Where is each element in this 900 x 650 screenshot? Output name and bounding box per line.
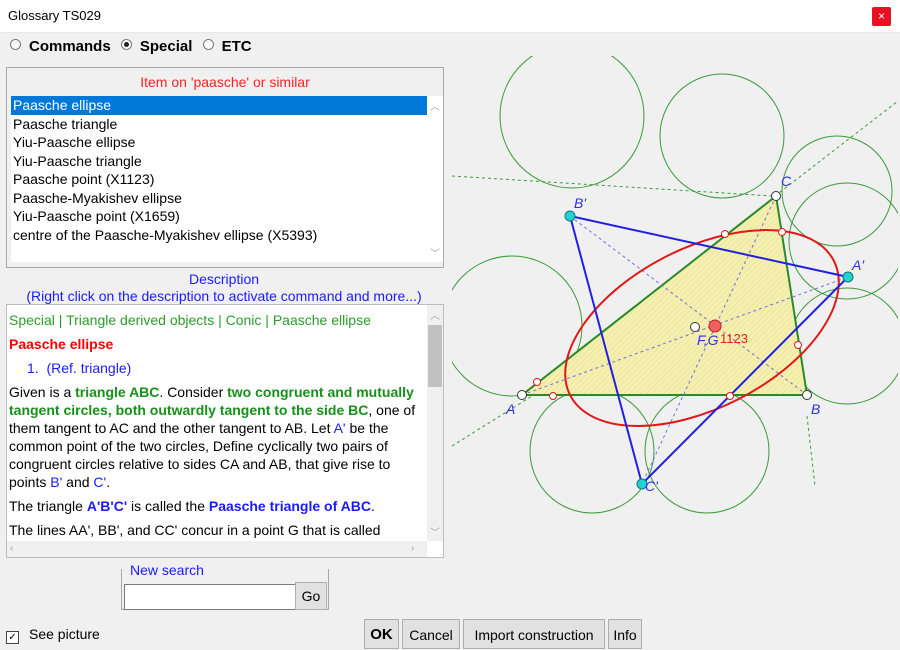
label-b-prime: B' [574,195,587,211]
list-item[interactable]: Yiu-Paasche triangle [11,152,427,171]
term-paasche-triangle: A'B'C' [86,498,128,514]
radio-special[interactable]: Special [120,38,193,55]
circle-shape [659,73,785,199]
import-construction-button[interactable]: Import construction [463,619,605,649]
close-button[interactable]: × [872,7,891,26]
centroid-marker[interactable] [690,322,700,332]
search-input[interactable] [124,584,298,610]
label-c: C [781,173,792,189]
radio-selected-icon [120,39,132,50]
list-item[interactable]: Paasche-Myakishev ellipse [11,189,427,208]
list-item[interactable]: Paasche triangle [11,115,427,134]
text-span: Given is a [9,384,76,400]
category-line[interactable]: Special | Triangle derived objects | Con… [9,311,423,329]
cancel-button[interactable]: Cancel [402,619,460,649]
circle-shape [644,388,770,514]
description-header: Description (Right click on the descript… [6,271,442,305]
description-paragraph: Given is a triangle ABC. Consider two co… [9,383,423,491]
label-fg: F,G [697,332,719,348]
scroll-left-icon[interactable]: ‹ [10,543,13,554]
label-c-prime: C' [645,478,659,494]
term-a-prime: A' [333,420,346,436]
list-item[interactable]: Yiu-Paasche ellipse [11,133,427,152]
circle-shape [529,388,655,514]
reference-number: 1. [27,360,39,376]
term-triangle: triangle ABC [75,384,160,400]
list-item[interactable]: Paasche ellipse [11,96,427,115]
description-heading: Description [188,271,260,287]
text-span: . [370,498,375,514]
mode-radio-group: Commands Special ETC [10,38,258,55]
term-b-prime: B' [50,474,63,490]
list-item[interactable]: Paasche point (X1123) [11,170,427,189]
see-picture-label: See picture [29,626,100,642]
description-scrollbar[interactable]: ︿ ﹀ [427,305,443,541]
reference-link[interactable]: (Ref. triangle) [46,360,131,376]
label-a: A [505,401,515,417]
radio-special-label: Special [139,38,193,55]
see-picture-toggle[interactable]: ✓ See picture [6,626,100,644]
scroll-down-icon[interactable]: ﹀ [430,245,440,260]
description-paragraph: The triangle A'B'C' is called the Paasch… [9,497,423,515]
text-span: . Consider [159,384,228,400]
description-hscrollbar[interactable]: ‹ › [7,541,427,557]
list-item[interactable]: centre of the Paasche-Myakishev ellipse … [11,226,427,245]
radio-commands[interactable]: Commands [10,38,111,55]
scroll-down-icon[interactable]: ﹀ [430,524,440,539]
vertex-b-prime-marker[interactable] [564,210,576,222]
label-x1123: 1123 [720,331,748,346]
radio-commands-label: Commands [29,38,111,55]
scroll-up-icon[interactable]: ︿ [430,98,440,113]
text-span: . [106,474,111,490]
dashed-line [806,415,816,487]
dashed-line [774,100,898,197]
point-marker [721,230,729,238]
point-marker [533,378,541,386]
label-b: B [811,401,820,417]
point-marker [726,392,734,400]
ok-button[interactable]: OK [364,619,399,649]
description-paragraph: The lines AA', BB', and CC' concur in a … [9,522,381,538]
info-button[interactable]: Info [608,619,642,649]
checkbox-checked-icon[interactable]: ✓ [6,631,19,644]
go-button[interactable]: Go [295,582,327,610]
item-list[interactable]: Paasche ellipse Paasche triangle Yiu-Paa… [11,96,427,262]
title-bar: Glossary TS029 × [0,0,900,33]
vertex-a-marker[interactable] [517,390,527,400]
radio-icon [10,39,21,50]
window-title: Glossary TS029 [8,8,101,23]
item-list-scrollbar[interactable]: ︿ ﹀ [427,96,443,262]
term-paasche-triangle-of-abc: Paasche triangle of ABC [208,498,371,514]
text-span: is called the [127,498,209,514]
item-group: Item on 'paasche' or similar Paasche ell… [6,67,444,268]
scroll-right-icon[interactable]: › [411,543,414,554]
text-span: and [62,474,94,490]
point-marker [778,228,786,236]
vertex-b-marker[interactable] [802,390,812,400]
circle-shape [499,56,645,189]
point-marker [549,392,557,400]
radio-etc-label: ETC [221,38,252,55]
dashed-line [452,175,773,197]
radio-icon [202,39,214,50]
triangle-abc [519,194,809,396]
scroll-up-icon[interactable]: ︿ [430,307,440,322]
radio-etc[interactable]: ETC [202,38,252,55]
item-title: Paasche ellipse [9,336,114,352]
new-search-legend: New search [128,562,206,578]
scroll-thumb[interactable] [428,325,442,387]
label-a-prime: A' [851,257,865,273]
description-hint: (Right click on the description to activ… [26,288,422,304]
reference-line: 1. (Ref. triangle) [9,359,423,377]
list-item[interactable]: Yiu-Paasche point (X1659) [11,207,427,226]
description-text: Special | Triangle derived objects | Con… [9,311,423,545]
text-span: The triangle [9,498,87,514]
point-marker [794,341,802,349]
description-panel[interactable]: Special | Triangle derived objects | Con… [6,304,444,558]
vertex-a-prime-marker[interactable] [842,271,854,283]
term-c-prime: C' [93,474,107,490]
item-group-title: Item on 'paasche' or similar [140,74,310,90]
construction-figure: A B C B' A' C' F,G 1123 [452,56,898,514]
vertex-c-marker[interactable] [771,191,781,201]
